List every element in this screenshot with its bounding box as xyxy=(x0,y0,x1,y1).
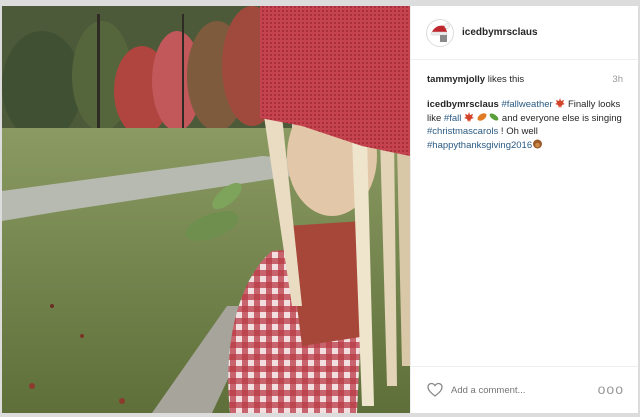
maple-leaf-icon xyxy=(463,111,474,122)
instagram-post-modal: icedbymrsclaus tammymjolly likes this 3h… xyxy=(0,0,640,417)
caption-text-3: ! Oh well xyxy=(498,126,538,137)
more-options-button[interactable]: ooo xyxy=(598,381,624,397)
post-photo[interactable] xyxy=(2,6,410,413)
photo-image xyxy=(2,6,410,413)
santa-hat-logo-icon xyxy=(430,22,450,42)
maple-leaf-icon xyxy=(555,98,566,108)
post-caption: icedbymrsclaus #fallweather Finally look… xyxy=(427,98,623,152)
add-comment-input[interactable] xyxy=(451,382,601,398)
heart-icon[interactable] xyxy=(427,382,443,398)
fallen-leaf-icon xyxy=(477,112,487,121)
likes-user-link[interactable]: tammymjolly xyxy=(427,74,485,85)
post-footer: ooo xyxy=(411,366,638,413)
post-time[interactable]: 3h xyxy=(612,74,623,85)
caption-text-2: and everyone else is singing xyxy=(499,112,622,124)
turkey-icon xyxy=(533,139,543,148)
post-header: icedbymrsclaus xyxy=(411,6,638,60)
post-side-panel: icedbymrsclaus tammymjolly likes this 3h… xyxy=(410,6,638,413)
leaf-fluttering-icon xyxy=(489,112,499,121)
caption-username[interactable]: icedbymrsclaus xyxy=(427,99,499,110)
hashtag-fallweather[interactable]: #fallweather xyxy=(501,99,552,110)
hashtag-happythanksgiving2016[interactable]: #happythanksgiving2016 xyxy=(427,140,532,151)
avatar[interactable] xyxy=(426,18,454,47)
likes-row: tammymjolly likes this 3h xyxy=(427,74,623,88)
hashtag-christmascarols[interactable]: #christmascarols xyxy=(427,126,498,137)
likes-suffix: likes this xyxy=(485,74,525,85)
hashtag-fall[interactable]: #fall xyxy=(444,113,461,124)
post-username[interactable]: icedbymrsclaus xyxy=(462,27,538,38)
